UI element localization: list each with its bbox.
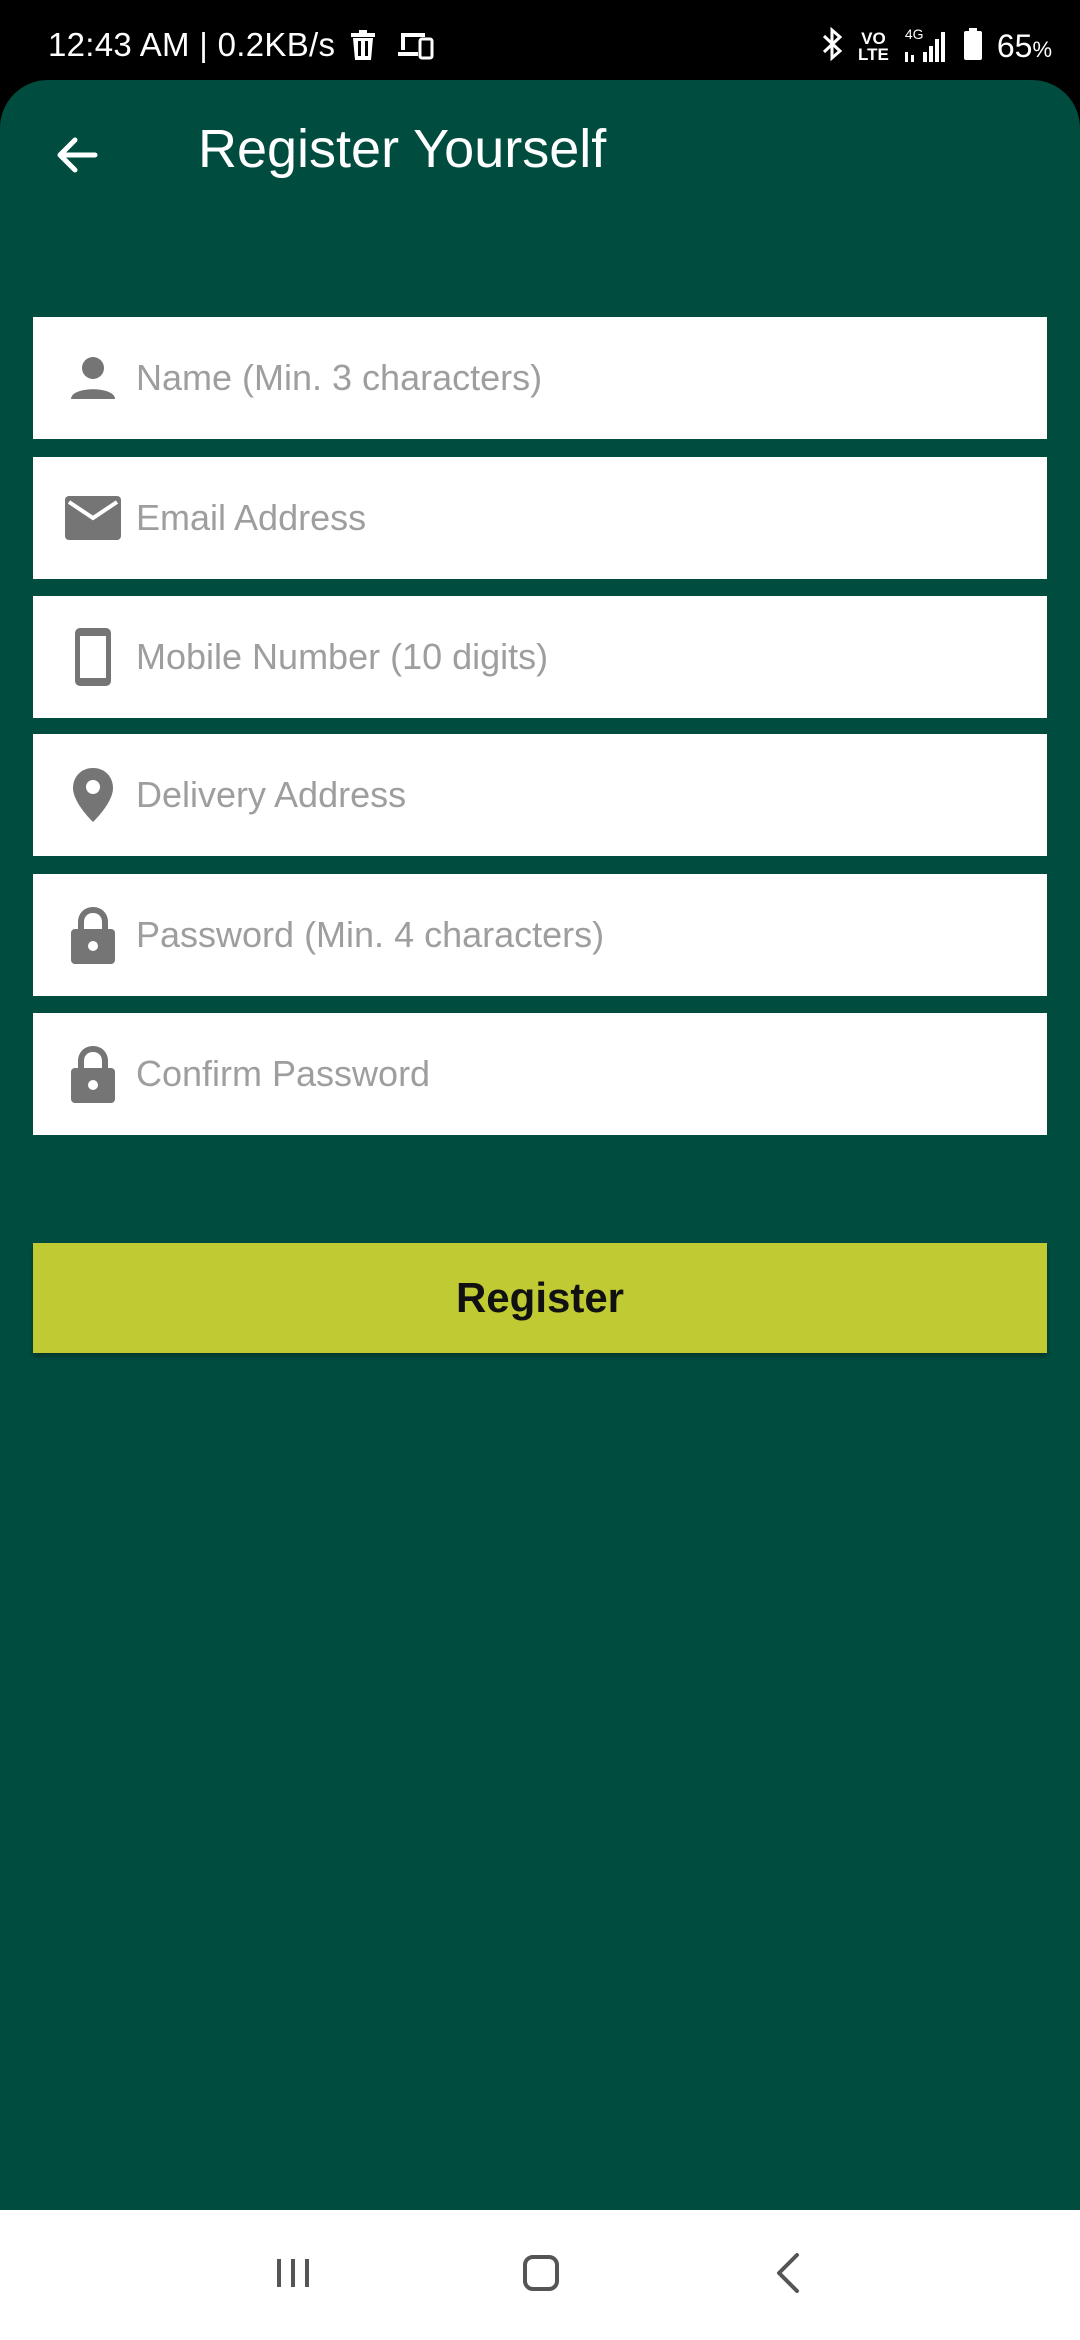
name-field[interactable]: Name (Min. 3 characters) bbox=[33, 317, 1047, 439]
devices-icon bbox=[398, 30, 434, 65]
password-field[interactable]: Password (Min. 4 characters) bbox=[33, 874, 1047, 996]
mobile-placeholder: Mobile Number (10 digits) bbox=[136, 636, 549, 677]
confirm-password-field[interactable]: Confirm Password bbox=[33, 1013, 1047, 1135]
mobile-field[interactable]: Mobile Number (10 digits) bbox=[33, 596, 1047, 718]
bluetooth-icon bbox=[820, 26, 844, 67]
home-icon bbox=[521, 2253, 561, 2298]
name-placeholder: Name (Min. 3 characters) bbox=[136, 357, 543, 398]
screen: 12:43 AM | 0.2KB/s VO LTE 4G 65% Registe… bbox=[0, 0, 1080, 2340]
back-chevron-icon bbox=[771, 2251, 807, 2300]
confirm-password-placeholder: Confirm Password bbox=[136, 1053, 431, 1094]
page-title: Register Yourself bbox=[198, 119, 607, 179]
location-pin-icon bbox=[58, 760, 128, 830]
person-icon bbox=[58, 343, 128, 413]
app-bar: Register Yourself bbox=[0, 80, 1080, 230]
mail-icon bbox=[58, 483, 128, 553]
register-button-label: Register bbox=[455, 1274, 625, 1321]
arrow-left-icon bbox=[53, 131, 101, 184]
navigation-bar bbox=[0, 2210, 1080, 2340]
register-button[interactable]: Register bbox=[33, 1243, 1047, 1353]
lock-icon bbox=[58, 900, 128, 970]
phone-icon bbox=[58, 622, 128, 692]
recents-button[interactable] bbox=[248, 2240, 338, 2310]
trash-icon bbox=[350, 30, 376, 65]
battery-icon bbox=[963, 28, 983, 65]
password-placeholder: Password (Min. 4 characters) bbox=[136, 914, 605, 955]
volte-indicator: VO LTE bbox=[857, 28, 889, 64]
app-container: Register Yourself Name (Min. 3 character… bbox=[0, 80, 1080, 2210]
email-placeholder: Email Address bbox=[136, 497, 367, 538]
delivery-address-field[interactable]: Delivery Address bbox=[33, 734, 1047, 856]
lock-icon bbox=[58, 1039, 128, 1109]
status-left-icons bbox=[350, 30, 434, 65]
battery-percent: 65% bbox=[996, 28, 1052, 64]
status-bar: 12:43 AM | 0.2KB/s VO LTE 4G 65% bbox=[0, 0, 1080, 84]
status-right-icons: VO LTE 4G 65% bbox=[820, 26, 1052, 67]
home-button[interactable] bbox=[496, 2240, 586, 2310]
back-button[interactable] bbox=[40, 120, 114, 194]
recents-icon bbox=[273, 2255, 313, 2296]
email-field[interactable]: Email Address bbox=[33, 457, 1047, 579]
delivery-address-placeholder: Delivery Address bbox=[136, 774, 407, 815]
status-time: 12:43 AM | 0.2KB/s bbox=[48, 26, 336, 63]
system-back-button[interactable] bbox=[744, 2240, 834, 2310]
signal-icon: 4G bbox=[903, 26, 949, 64]
